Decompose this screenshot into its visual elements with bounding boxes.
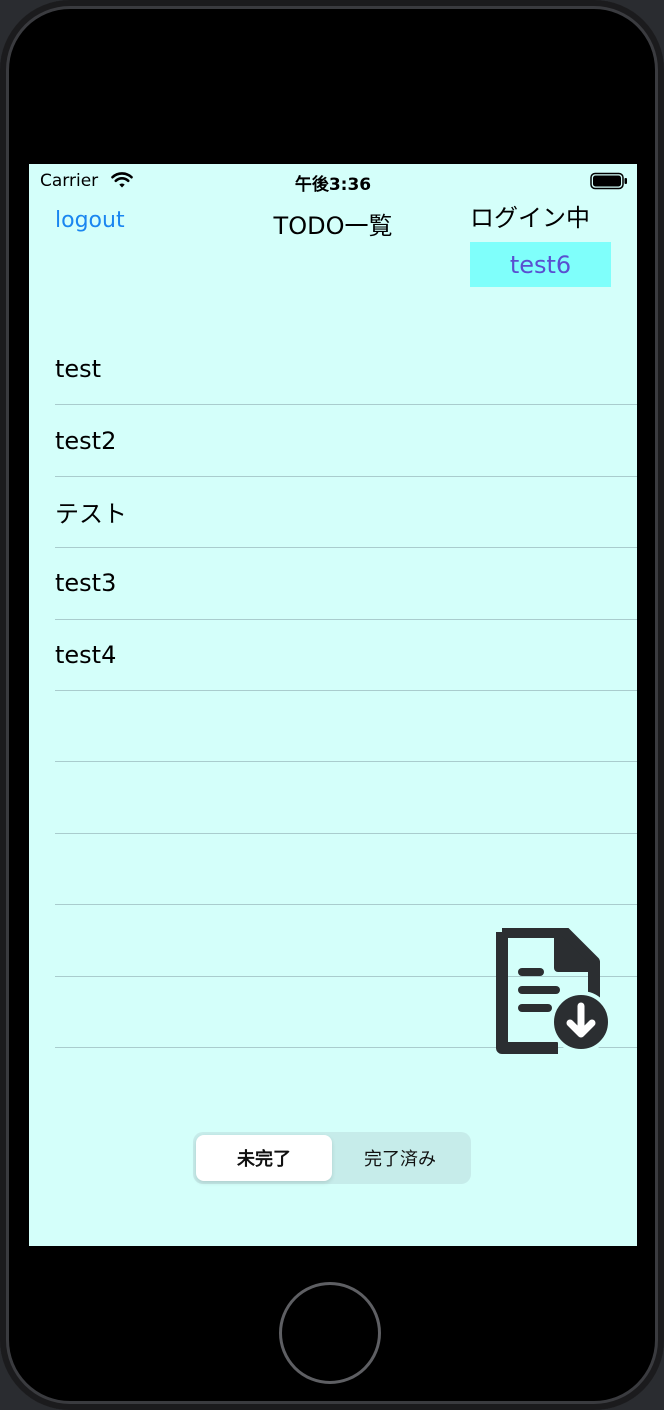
login-status-label: ログイン中: [470, 204, 590, 232]
todo-item[interactable]: テスト: [55, 477, 637, 549]
device-frame: Carrier 午後3:36 logout TODO一覧 ログイン中 test6…: [0, 0, 664, 1410]
todo-item[interactable]: test: [55, 334, 637, 406]
status-time: 午後3:36: [294, 175, 372, 195]
status-segmented-control: 未完了 完了済み: [193, 1132, 471, 1184]
todo-item-empty: [55, 834, 637, 906]
todo-item[interactable]: test4: [55, 620, 637, 691]
todo-item-empty: [55, 762, 637, 834]
todo-item-empty: [55, 691, 637, 763]
todo-item[interactable]: test3: [55, 548, 637, 620]
document-download-icon[interactable]: [492, 928, 612, 1054]
segment-completed[interactable]: 完了済み: [332, 1135, 468, 1181]
username-badge: test6: [470, 242, 611, 287]
battery-icon: [590, 172, 627, 190]
segment-incomplete[interactable]: 未完了: [196, 1135, 332, 1181]
app-screen: Carrier 午後3:36 logout TODO一覧 ログイン中 test6…: [29, 164, 637, 1246]
home-button[interactable]: [279, 1282, 381, 1384]
todo-item[interactable]: test2: [55, 405, 637, 477]
status-bar: Carrier 午後3:36: [29, 164, 637, 198]
